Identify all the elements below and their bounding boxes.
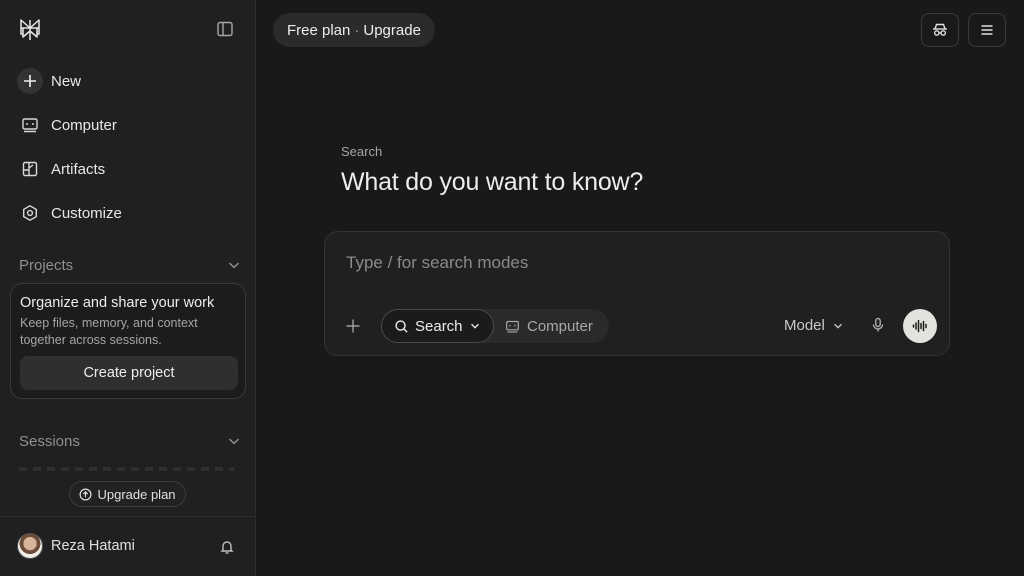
search-box: Search Computer Model [324, 231, 950, 356]
hexagon-icon [10, 204, 50, 222]
sidebar-item-customize[interactable]: Customize [10, 195, 246, 231]
plan-separator: · [354, 21, 360, 39]
projects-section-header[interactable]: Projects [19, 255, 241, 275]
sidebar-toggle-icon[interactable] [216, 20, 236, 40]
menu-button[interactable] [968, 13, 1006, 47]
artifacts-icon [10, 160, 50, 178]
hero-label: Search [341, 144, 383, 159]
user-name[interactable]: Reza Hatami [51, 538, 135, 554]
upgrade-plan-button[interactable]: Upgrade plan [69, 481, 186, 507]
arrow-up-circle-icon [79, 488, 92, 501]
sessions-label: Sessions [19, 432, 80, 450]
search-icon [394, 319, 409, 334]
microphone-button[interactable] [870, 317, 886, 333]
create-project-button[interactable]: Create project [20, 356, 238, 390]
hamburger-icon [979, 22, 995, 38]
search-mode-label: Search [415, 317, 463, 335]
computer-icon [505, 319, 520, 334]
projects-label: Projects [19, 256, 74, 274]
sessions-list-fade [19, 467, 234, 471]
waveform-icon [911, 317, 929, 335]
nav-label-artifacts: Artifacts [51, 160, 106, 178]
search-mode-group: Search Computer [381, 309, 609, 343]
search-input[interactable] [346, 251, 926, 275]
projects-card-description: Keep files, memory, and context together… [20, 316, 198, 347]
incognito-button[interactable] [921, 13, 959, 47]
sidebar-item-computer[interactable]: Computer [10, 107, 246, 143]
plan-label: Free plan [287, 21, 351, 39]
sidebar: New Computer Artifacts Customize Project… [0, 0, 256, 576]
projects-card-title: Organize and share your work [20, 295, 215, 311]
upgrade-plan-label: Upgrade plan [97, 486, 176, 502]
plus-icon [345, 318, 361, 334]
plus-icon [10, 68, 50, 94]
nav-label-new: New [51, 72, 82, 90]
chevron-down-icon [469, 320, 481, 332]
sidebar-item-artifacts[interactable]: Artifacts [10, 151, 246, 187]
upgrade-label: Upgrade [363, 21, 421, 39]
voice-mode-button[interactable] [903, 309, 937, 343]
microphone-icon [870, 317, 886, 333]
computer-mode-label: Computer [527, 317, 593, 335]
incognito-icon [931, 21, 949, 39]
page-title: What do you want to know? [341, 168, 644, 196]
search-mode-button[interactable]: Search [381, 309, 494, 343]
chevron-down-icon [832, 320, 844, 332]
bell-icon[interactable] [219, 539, 235, 555]
chevron-down-icon [227, 434, 241, 448]
sessions-section-header[interactable]: Sessions [19, 431, 241, 451]
free-plan-upgrade-button[interactable]: Free plan · Upgrade [273, 13, 435, 47]
projects-card: Organize and share your work Keep files,… [10, 283, 246, 399]
sidebar-footer: Reza Hatami [0, 516, 256, 576]
model-selector[interactable]: Model [784, 317, 844, 334]
chevron-down-icon [227, 258, 241, 272]
avatar[interactable] [17, 533, 43, 559]
computer-icon [10, 116, 50, 134]
nav-label-computer: Computer [51, 116, 117, 134]
computer-mode-button[interactable]: Computer [505, 309, 593, 343]
model-label: Model [784, 317, 825, 334]
nav-label-customize: Customize [51, 204, 122, 222]
logo-icon[interactable] [18, 18, 42, 42]
new-button[interactable]: New [10, 63, 246, 99]
attach-button[interactable] [345, 318, 361, 334]
